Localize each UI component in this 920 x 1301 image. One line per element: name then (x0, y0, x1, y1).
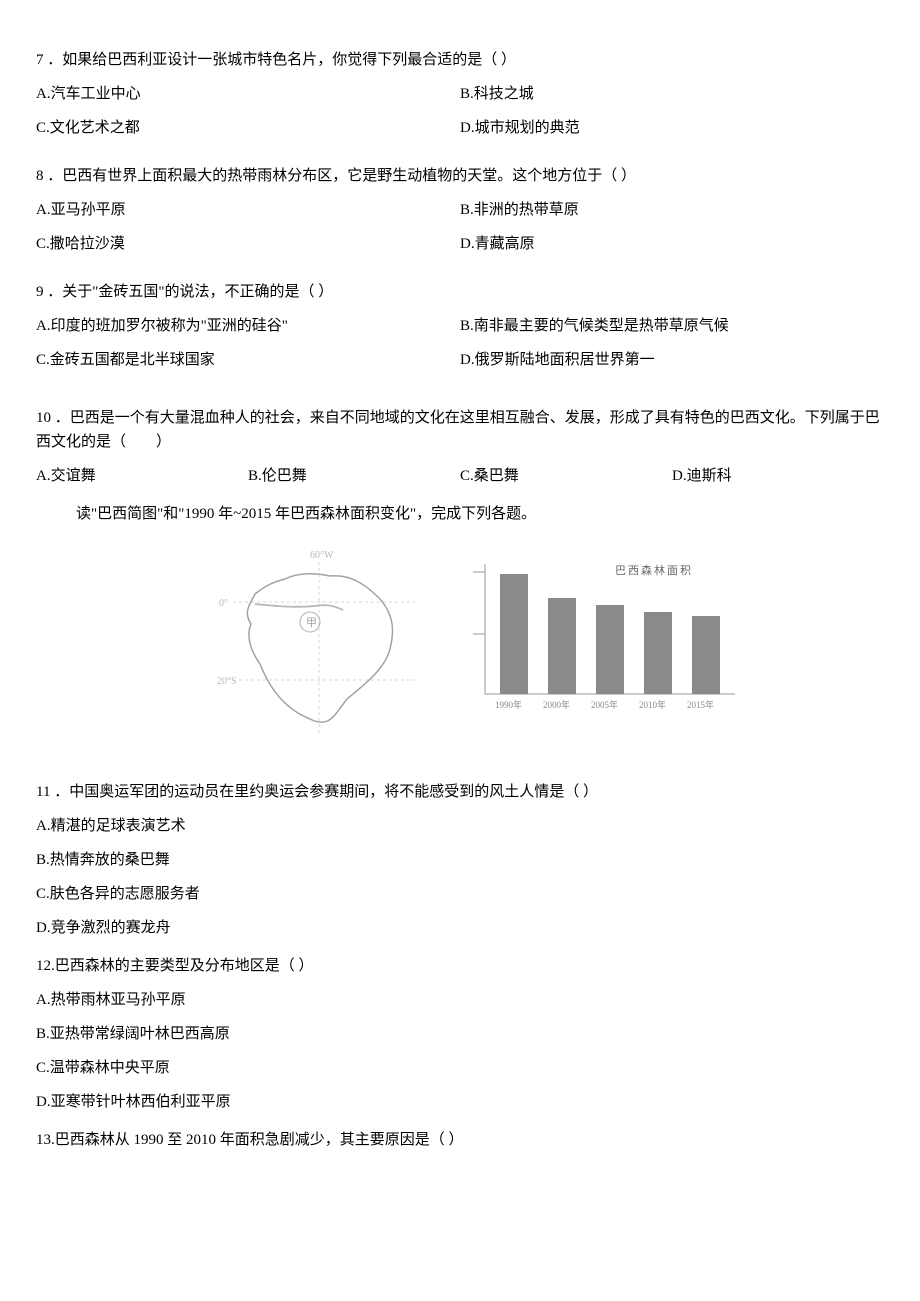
q12-opt-b: B.亚热带常绿阔叶林巴西高原 (36, 1022, 884, 1046)
chart-svg: 巴西森林面积 1990年 2000年 2005年 2010年 2015年 (445, 544, 745, 724)
q10-stem: 10 ．巴西是一个有大量混血种人的社会，来自不同地域的文化在这里相互融合、发展，… (36, 406, 884, 454)
bar-2010 (644, 612, 672, 694)
q11-opt-b: B.热情奔放的桑巴舞 (36, 848, 884, 872)
question-9: 9 ．关于"金砖五国"的说法，不正确的是（ ） A.印度的班加罗尔被称为"亚洲的… (36, 280, 884, 382)
map-svg: 60°W 0° 20°S 甲 (215, 544, 425, 744)
question-12: 12.巴西森林的主要类型及分布地区是（ ） A.热带雨林亚马孙平原 B.亚热带常… (36, 954, 884, 1114)
q11-stem: 11 ．中国奥运军团的运动员在里约奥运会参赛期间，将不能感受到的风土人情是（ ） (36, 780, 884, 804)
xlabel-3: 2010年 (639, 699, 666, 710)
q13-stem: 13.巴西森林从 1990 至 2010 年面积急剧减少，其主要原因是（ ） (36, 1128, 884, 1152)
question-11: 11 ．中国奥运军团的运动员在里约奥运会参赛期间，将不能感受到的风土人情是（ ）… (36, 780, 884, 940)
q7-stem: 7 ．如果给巴西利亚设计一张城市特色名片，你觉得下列最合适的是（ ） (36, 48, 884, 72)
xlabel-0: 1990年 (495, 699, 522, 710)
xlabel-4: 2015年 (687, 699, 714, 710)
q9-opt-c: C.金砖五国都是北半球国家 (36, 348, 460, 372)
q12-opt-c: C.温带森林中央平原 (36, 1056, 884, 1080)
chart-title: 巴西森林面积 (615, 563, 693, 577)
q8-opt-a: A.亚马孙平原 (36, 198, 460, 222)
q7-opt-c: C.文化艺术之都 (36, 116, 460, 140)
brazil-map: 60°W 0° 20°S 甲 (215, 544, 425, 752)
q12-opt-a: A.热带雨林亚马孙平原 (36, 988, 884, 1012)
q9-opt-a: A.印度的班加罗尔被称为"亚洲的硅谷" (36, 314, 460, 338)
q7-opt-d: D.城市规划的典范 (460, 116, 884, 140)
question-7: 7 ．如果给巴西利亚设计一张城市特色名片，你觉得下列最合适的是（ ） A.汽车工… (36, 48, 884, 150)
forest-area-chart: 巴西森林面积 1990年 2000年 2005年 2010年 2015年 (445, 544, 745, 752)
map-lat0-label: 0° (219, 598, 228, 609)
q11-options: A.精湛的足球表演艺术 B.热情奔放的桑巴舞 C.肤色各异的志愿服务者 D.竞争… (36, 814, 884, 940)
reading-instruction: 读"巴西简图"和"1990 年~2015 年巴西森林面积变化"，完成下列各题。 (36, 502, 884, 526)
q10-opt-b: B.伦巴舞 (248, 464, 460, 488)
q12-opt-d: D.亚寒带针叶林西伯利亚平原 (36, 1090, 884, 1114)
figure-area: 60°W 0° 20°S 甲 巴西森林面积 (36, 544, 884, 752)
q10-opt-c: C.桑巴舞 (460, 464, 672, 488)
map-lon-label: 60°W (310, 550, 334, 561)
brazil-outline (247, 574, 392, 722)
question-10: 10 ．巴西是一个有大量混血种人的社会，来自不同地域的文化在这里相互融合、发展，… (36, 406, 884, 488)
xlabel-1: 2000年 (543, 699, 570, 710)
bar-2000 (548, 598, 576, 694)
q9-options: A.印度的班加罗尔被称为"亚洲的硅谷" B.南非最主要的气候类型是热带草原气候 … (36, 314, 884, 382)
q12-stem: 12.巴西森林的主要类型及分布地区是（ ） (36, 954, 884, 978)
bar-2015 (692, 616, 720, 694)
q10-options: A.交谊舞 B.伦巴舞 C.桑巴舞 D.迪斯科 (36, 464, 884, 488)
xlabel-2: 2005年 (591, 699, 618, 710)
q9-stem: 9 ．关于"金砖五国"的说法，不正确的是（ ） (36, 280, 884, 304)
q8-opt-b: B.非洲的热带草原 (460, 198, 884, 222)
q9-opt-b: B.南非最主要的气候类型是热带草原气候 (460, 314, 884, 338)
chart-bars (500, 574, 720, 694)
map-lat20s-label: 20°S (217, 676, 237, 687)
bar-1990 (500, 574, 528, 694)
q7-opt-a: A.汽车工业中心 (36, 82, 460, 106)
q12-options: A.热带雨林亚马孙平原 B.亚热带常绿阔叶林巴西高原 C.温带森林中央平原 D.… (36, 988, 884, 1114)
q10-opt-a: A.交谊舞 (36, 464, 248, 488)
map-marker-label: 甲 (306, 617, 317, 629)
q10-opt-d: D.迪斯科 (672, 464, 884, 488)
q8-opt-d: D.青藏高原 (460, 232, 884, 256)
question-8: 8 ．巴西有世界上面积最大的热带雨林分布区，它是野生动植物的天堂。这个地方位于（… (36, 164, 884, 266)
q7-options: A.汽车工业中心 B.科技之城 C.文化艺术之都 D.城市规划的典范 (36, 82, 884, 150)
q8-opt-c: C.撒哈拉沙漠 (36, 232, 460, 256)
q7-opt-b: B.科技之城 (460, 82, 884, 106)
amazon-river (255, 604, 343, 610)
q8-stem: 8 ．巴西有世界上面积最大的热带雨林分布区，它是野生动植物的天堂。这个地方位于（… (36, 164, 884, 188)
q11-opt-c: C.肤色各异的志愿服务者 (36, 882, 884, 906)
bar-2005 (596, 605, 624, 694)
q11-opt-d: D.竞争激烈的赛龙舟 (36, 916, 884, 940)
question-13: 13.巴西森林从 1990 至 2010 年面积急剧减少，其主要原因是（ ） (36, 1128, 884, 1152)
q11-opt-a: A.精湛的足球表演艺术 (36, 814, 884, 838)
q8-options: A.亚马孙平原 B.非洲的热带草原 C.撒哈拉沙漠 D.青藏高原 (36, 198, 884, 266)
q9-opt-d: D.俄罗斯陆地面积居世界第一 (460, 348, 884, 372)
